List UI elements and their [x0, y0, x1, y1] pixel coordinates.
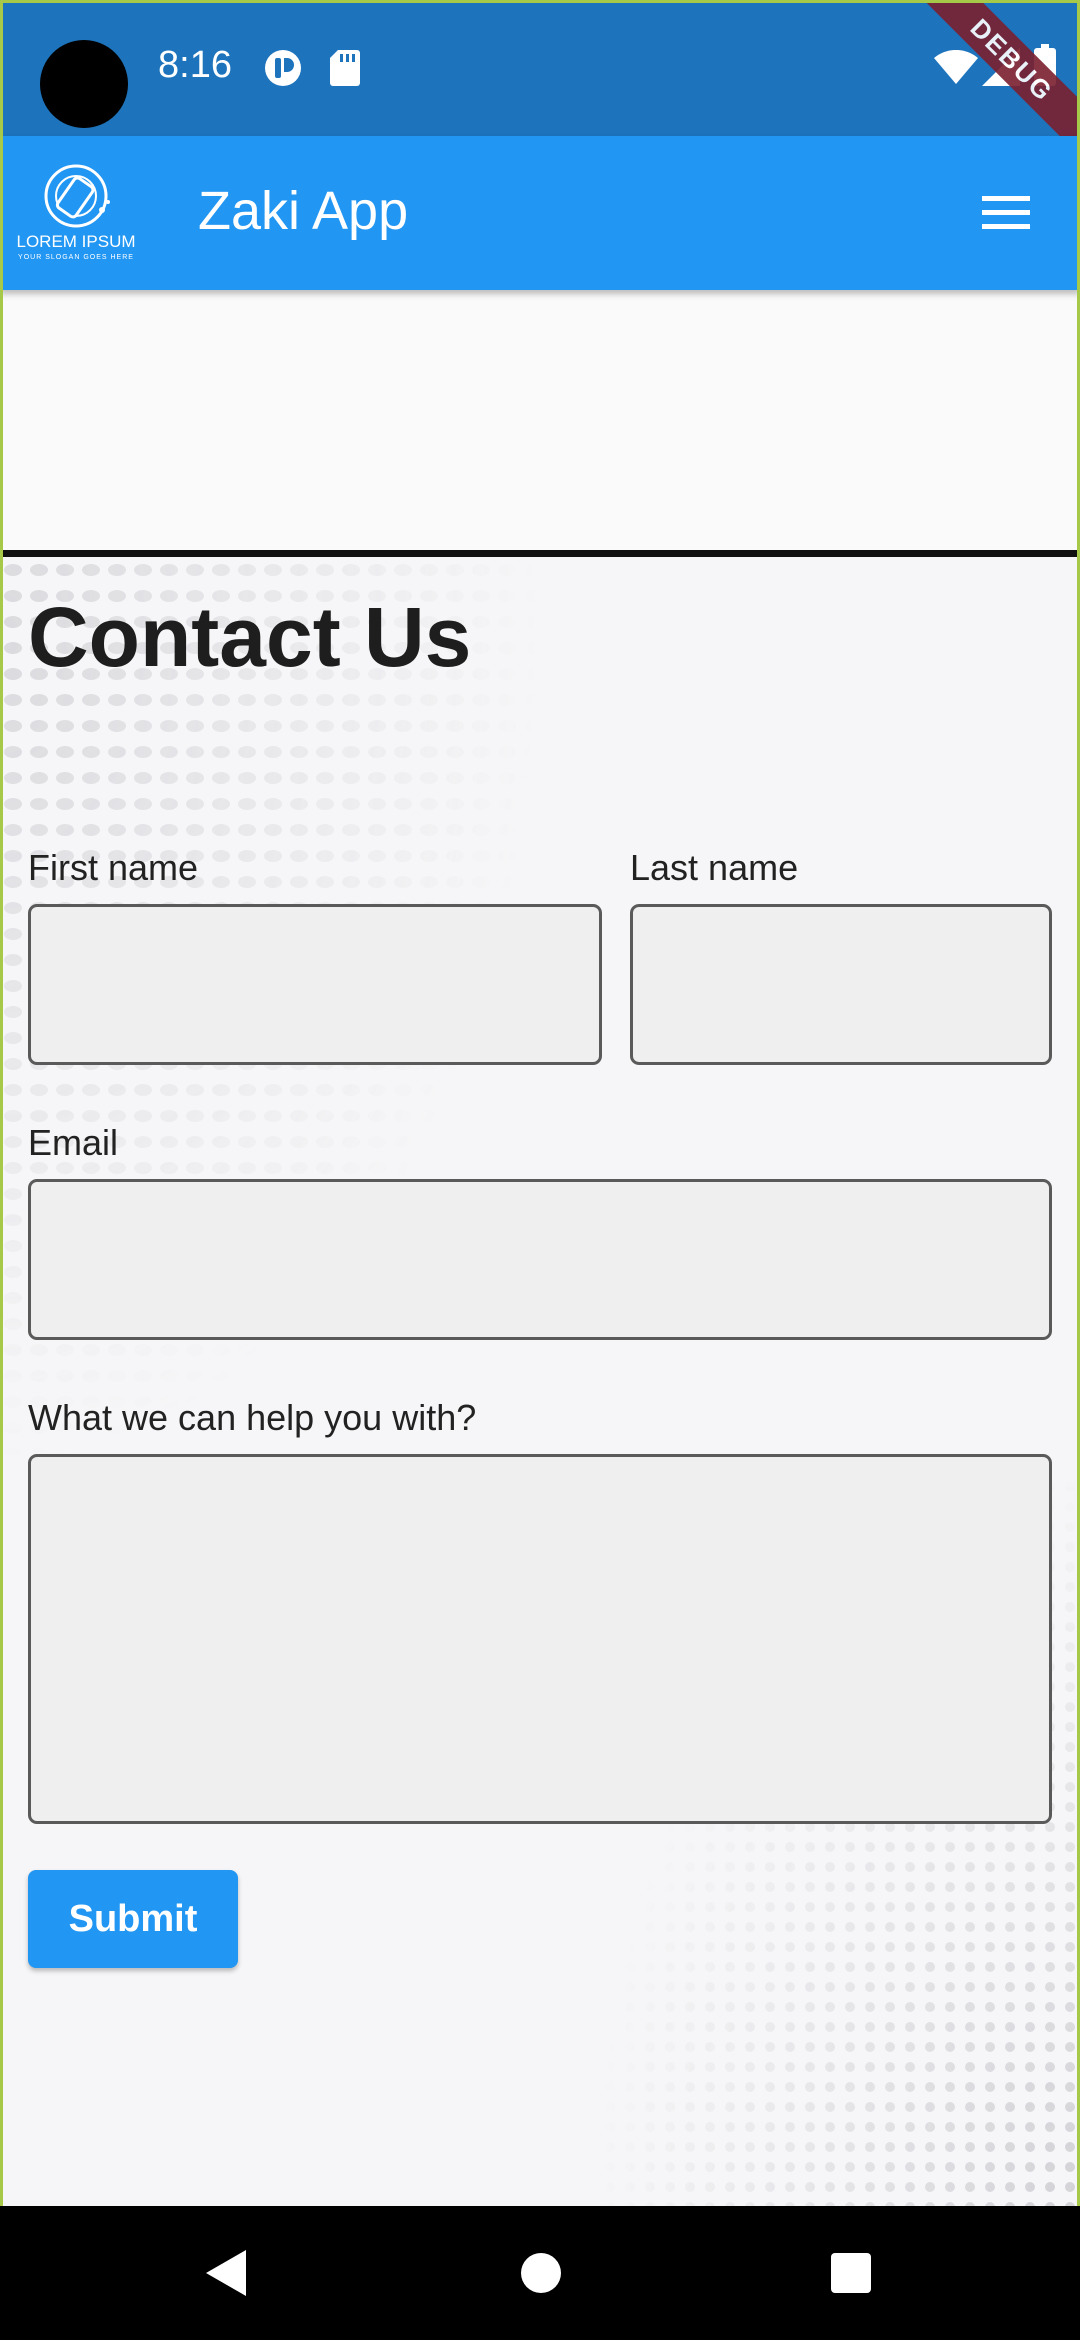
navigation-bar: [0, 2206, 1080, 2340]
logo-tagline: YOUR SLOGAN GOES HERE: [18, 254, 134, 261]
page-title: Contact Us: [28, 590, 472, 684]
help-textarea[interactable]: [28, 1454, 1052, 1824]
status-time: 8:16: [158, 44, 232, 86]
recents-icon[interactable]: [830, 2248, 872, 2298]
app-logo: LOREM IPSUM YOUR SLOGAN GOES HERE: [14, 158, 138, 270]
submit-button[interactable]: Submit: [28, 1870, 238, 1968]
notification-icon: [265, 50, 301, 86]
help-label: What we can help you with?: [28, 1397, 477, 1438]
app-title: Zaki App: [198, 181, 409, 241]
home-icon[interactable]: [520, 2248, 562, 2298]
logo-icon: [44, 164, 110, 228]
app-bar: LOREM IPSUM YOUR SLOGAN GOES HERE Zaki A…: [0, 136, 1080, 290]
section-divider: [0, 550, 1080, 557]
email-input[interactable]: [28, 1179, 1052, 1340]
camera-hole: [40, 40, 128, 128]
wifi-icon: [934, 50, 978, 84]
first-name-input[interactable]: [28, 904, 602, 1065]
logo-text: LOREM IPSUM: [16, 232, 136, 251]
last-name-label: Last name: [630, 847, 799, 888]
status-bar: 8:16 DEBUG: [0, 0, 1080, 167]
first-name-label: First name: [28, 847, 199, 888]
email-label: Email: [28, 1122, 119, 1163]
last-name-input[interactable]: [630, 904, 1052, 1065]
contact-section: Contact Us First name Last name Email Wh…: [0, 557, 1080, 2206]
back-icon[interactable]: [202, 2248, 250, 2298]
sd-card-icon: [330, 50, 360, 86]
hero-banner: [0, 290, 1080, 550]
hamburger-menu-icon[interactable]: [980, 188, 1032, 238]
